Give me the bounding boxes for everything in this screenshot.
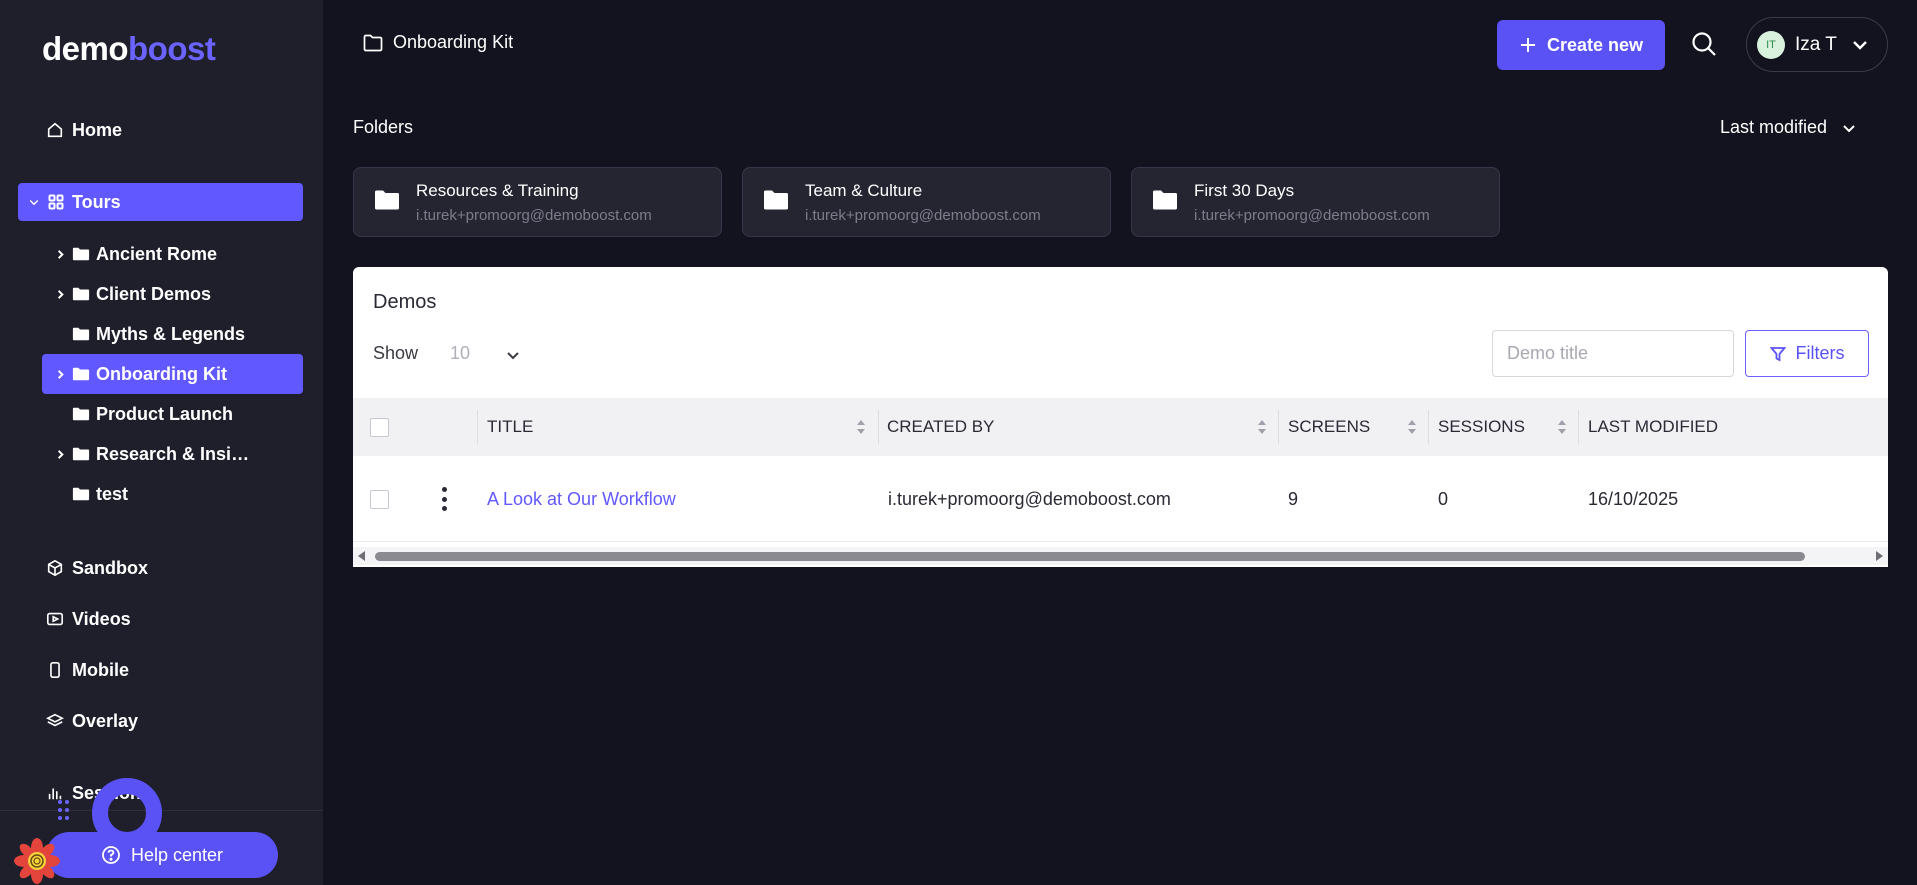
- create-new-button[interactable]: Create new: [1497, 20, 1665, 70]
- chevron-down-icon: [29, 199, 39, 206]
- scrollbar-thumb[interactable]: [375, 552, 1805, 561]
- sidebar-folder-client-demos[interactable]: Client Demos: [42, 274, 303, 314]
- drag-handle-icon[interactable]: [58, 800, 70, 826]
- folder-icon: [763, 189, 789, 216]
- sidebar-item-home[interactable]: Home: [46, 113, 122, 147]
- chevron-down-icon[interactable]: [505, 347, 521, 368]
- demos-panel: Demos Show 10 Filters TITLE CREATED BY S…: [353, 267, 1888, 567]
- help-center-button[interactable]: Help center: [46, 832, 278, 878]
- sort-icon[interactable]: [1257, 419, 1267, 435]
- select-all-checkbox[interactable]: [370, 398, 389, 456]
- scroll-right-arrow-icon[interactable]: [1876, 551, 1883, 561]
- demo-screens: 9: [1288, 488, 1299, 509]
- chevron-right-icon[interactable]: [50, 449, 70, 460]
- demo-title-link[interactable]: A Look at Our Workflow: [487, 456, 676, 542]
- sidebar-item-label: Home: [72, 119, 123, 140]
- folder-icon: [72, 246, 90, 262]
- breadcrumb-current[interactable]: Onboarding Kit: [393, 32, 513, 53]
- search-button[interactable]: [1690, 30, 1720, 60]
- sidebar: demoboost Home Tours Ancient Rome Client…: [0, 0, 323, 885]
- sidebar-folder-product-launch[interactable]: Product Launch: [42, 394, 303, 434]
- sort-icon[interactable]: [1557, 419, 1567, 435]
- chevron-right-icon[interactable]: [50, 369, 70, 380]
- sidebar-item-sandbox[interactable]: Sandbox: [46, 551, 148, 585]
- chevron-right-icon[interactable]: [50, 289, 70, 300]
- sidebar-item-overlay[interactable]: Overlay: [46, 704, 138, 738]
- sidebar-item-tours[interactable]: Tours: [18, 183, 303, 221]
- chat-widget-ring[interactable]: [92, 778, 162, 848]
- chevron-down-icon: [1843, 124, 1855, 132]
- sidebar-folder-myths-legends[interactable]: Myths & Legends: [42, 314, 303, 354]
- horizontal-scrollbar[interactable]: [353, 547, 1888, 565]
- show-label: Show: [373, 343, 419, 363]
- column-header-title[interactable]: TITLE: [478, 398, 878, 456]
- demo-sessions: 0: [1438, 488, 1449, 509]
- folder-icon: [72, 486, 90, 502]
- column-header-last-modified[interactable]: LAST MODIFIED: [1579, 398, 1839, 456]
- more-vertical-icon: [441, 487, 447, 511]
- grid-icon: [48, 194, 64, 210]
- scroll-left-arrow-icon[interactable]: [358, 551, 365, 561]
- user-name: Iza T: [1795, 33, 1837, 55]
- layers-icon: [46, 713, 64, 727]
- video-icon: [46, 612, 64, 626]
- folder-icon: [1152, 189, 1178, 216]
- sidebar-folder-ancient-rome[interactable]: Ancient Rome: [42, 234, 303, 274]
- table-row[interactable]: A Look at Our Workflow i.turek+promoorg@…: [353, 456, 1888, 542]
- demo-title-search-input[interactable]: [1492, 330, 1734, 377]
- assistant-flower-icon[interactable]: [14, 838, 60, 884]
- folder-card-owner: i.turek+promoorg@demoboost.com: [805, 206, 1041, 224]
- folder-icon: [72, 366, 90, 382]
- table-header: TITLE CREATED BY SCREENS SESSIONS LAST M…: [353, 398, 1888, 456]
- home-icon: [47, 122, 63, 138]
- folder-card-owner: i.turek+promoorg@demoboost.com: [1194, 206, 1430, 224]
- filter-icon: [1769, 346, 1786, 361]
- sort-dropdown[interactable]: Last modified: [1720, 117, 1857, 138]
- chevron-right-icon[interactable]: [50, 249, 70, 260]
- sidebar-folder-research-insights[interactable]: Research & Insights: [42, 434, 303, 474]
- filters-button[interactable]: Filters: [1745, 330, 1869, 377]
- chevron-down-icon: [1853, 40, 1867, 50]
- sidebar-item-videos[interactable]: Videos: [46, 602, 131, 636]
- row-actions-menu[interactable]: [441, 456, 447, 542]
- folder-icon: [72, 286, 90, 302]
- avatar: IT: [1757, 30, 1785, 59]
- folder-icon: [72, 406, 90, 422]
- breadcrumb: Onboarding Kit: [363, 32, 513, 53]
- row-checkbox[interactable]: [370, 456, 389, 542]
- cube-icon: [47, 559, 63, 577]
- logo[interactable]: demoboost: [42, 30, 216, 68]
- folders-heading: Folders: [353, 117, 414, 137]
- column-header-screens[interactable]: SCREENS: [1279, 398, 1429, 456]
- folder-card-name: First 30 Days: [1194, 180, 1295, 200]
- column-header-sessions[interactable]: SESSIONS: [1429, 398, 1579, 456]
- sidebar-item-mobile[interactable]: Mobile: [46, 653, 129, 687]
- question-circle-icon: [102, 846, 120, 864]
- folder-outline-icon: [363, 34, 383, 51]
- folder-card[interactable]: Resources & Training i.turek+promoorg@de…: [353, 167, 722, 237]
- folder-card-name: Team & Culture: [805, 180, 923, 200]
- search-icon: [1692, 32, 1716, 56]
- folder-card[interactable]: First 30 Days i.turek+promoorg@demoboost…: [1131, 167, 1500, 237]
- sort-icon[interactable]: [1407, 419, 1417, 435]
- folder-icon: [72, 326, 90, 342]
- sort-icon[interactable]: [856, 419, 866, 435]
- demos-title: Demos: [373, 291, 437, 313]
- demo-created-by: i.turek+promoorg@demoboost.com: [888, 488, 1171, 509]
- folder-card-owner: i.turek+promoorg@demoboost.com: [416, 206, 652, 224]
- folder-card[interactable]: Team & Culture i.turek+promoorg@demoboos…: [742, 167, 1111, 237]
- folder-card-name: Resources & Training: [416, 180, 579, 200]
- sidebar-folder-onboarding-kit[interactable]: Onboarding Kit: [42, 354, 303, 394]
- sidebar-item-label: Tours: [72, 191, 121, 212]
- folder-icon: [374, 189, 400, 216]
- page-size-value[interactable]: 10: [450, 343, 470, 364]
- user-menu[interactable]: IT Iza T: [1746, 17, 1888, 72]
- sidebar-folder-test[interactable]: test: [42, 474, 303, 514]
- demo-last-modified: 16/10/2025: [1588, 488, 1679, 509]
- mobile-icon: [50, 661, 60, 679]
- plus-icon: [1520, 38, 1535, 52]
- column-header-created-by[interactable]: CREATED BY: [879, 398, 1279, 456]
- folder-icon: [72, 446, 90, 462]
